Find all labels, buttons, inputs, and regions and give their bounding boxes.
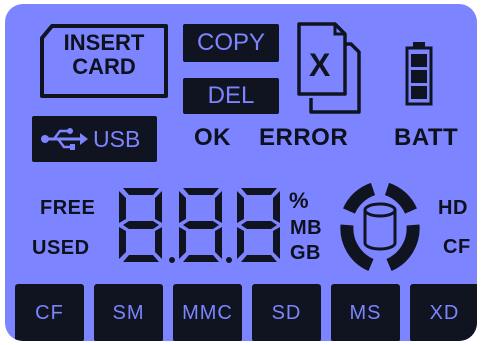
- seven-segment-display: [119, 188, 280, 263]
- free-label: FREE: [40, 197, 96, 219]
- insert-card-line2: CARD: [72, 54, 136, 79]
- slot-mmc: MMC: [173, 284, 242, 341]
- copy-indicator: COPY: [183, 24, 279, 62]
- lcd-panel: INSERT CARD COPY DEL X USB OK ERROR BATT…: [5, 4, 477, 341]
- battery-icon: [405, 42, 433, 106]
- disk-activity-ring-icon: [340, 182, 420, 271]
- digit-3: [237, 188, 280, 262]
- digit-2: [179, 188, 222, 262]
- slot-sm: SM: [94, 284, 163, 341]
- slot-sd: SD: [252, 284, 321, 341]
- hd-label: HD: [438, 197, 468, 219]
- error-label: ERROR: [259, 124, 349, 151]
- insert-card-indicator: INSERT CARD: [38, 22, 170, 100]
- insert-card-text: INSERT CARD: [38, 31, 170, 79]
- percent-label: %: [289, 188, 310, 213]
- digit-1: [119, 188, 162, 262]
- copy-document-icon: X: [297, 22, 361, 114]
- gb-label: GB: [290, 242, 321, 264]
- mb-label: MB: [290, 217, 323, 239]
- batt-label: BATT: [394, 124, 459, 151]
- insert-card-line1: INSERT: [63, 30, 145, 55]
- used-label: USED: [32, 237, 90, 259]
- usb-label: USB: [93, 126, 141, 152]
- usb-icon: [41, 128, 88, 150]
- usb-indicator: USB: [32, 116, 157, 162]
- svg-text:X: X: [309, 47, 331, 83]
- slot-ms: MS: [331, 284, 400, 341]
- del-indicator: DEL: [183, 78, 279, 114]
- cf-disk-label: CF: [443, 236, 471, 258]
- ok-label: OK: [194, 124, 231, 151]
- slot-cf: CF: [15, 284, 84, 341]
- slot-xd: XD: [410, 284, 477, 341]
